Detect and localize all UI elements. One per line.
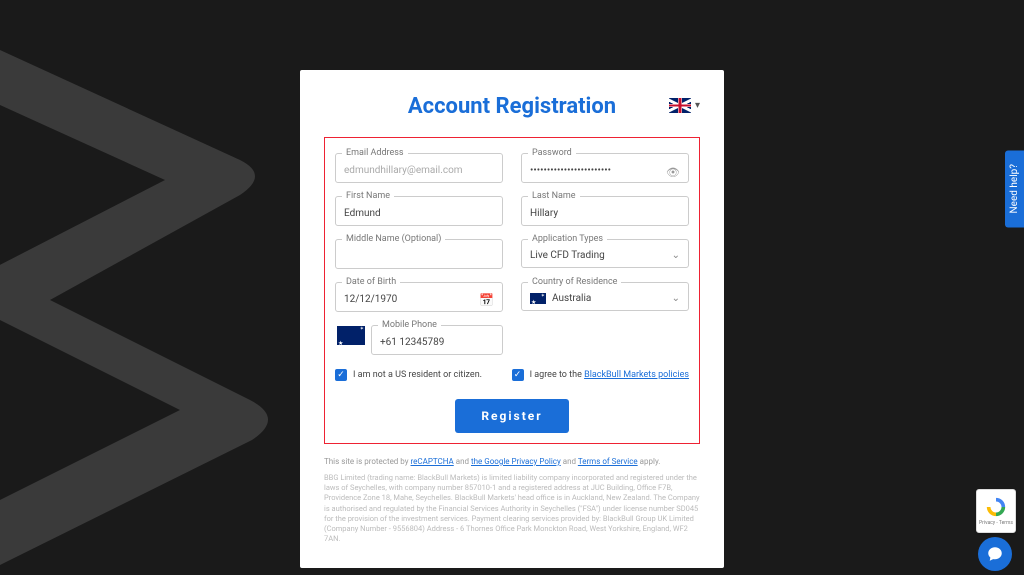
calendar-icon[interactable]: 📅 [479, 293, 494, 307]
agree-checkbox[interactable]: ✓ [512, 369, 524, 381]
email-label: Email Address [342, 148, 408, 158]
page-title: Account Registration [408, 94, 616, 119]
password-fieldset: Password 👁 [521, 148, 689, 183]
chat-button[interactable] [978, 537, 1012, 571]
recaptcha-icon [985, 496, 1007, 518]
middle-name-label: Middle Name (Optional) [342, 234, 445, 244]
policies-link[interactable]: BlackBull Markets policies [584, 370, 689, 380]
password-label: Password [528, 148, 576, 158]
dob-input[interactable] [336, 288, 502, 311]
help-tab[interactable]: Need help? [1005, 150, 1024, 227]
phone-fieldset: Mobile Phone [371, 320, 503, 355]
application-type-fieldset: Application Types Live CFD Trading ⌄ [521, 234, 689, 268]
last-name-input[interactable] [522, 202, 688, 225]
dob-fieldset: Date of Birth 📅 [335, 277, 503, 312]
country-fieldset: Country of Residence Australia ⌄ [521, 277, 689, 311]
email-fieldset: Email Address [335, 148, 503, 183]
chevron-down-icon: ⌄ [672, 293, 680, 304]
background-logo [0, 10, 320, 570]
legal-disclaimer: BBG Limited (trading name: BlackBull Mar… [324, 473, 700, 544]
phone-country-button[interactable] [335, 322, 367, 349]
not-us-label: I am not a US resident or citizen. [353, 370, 482, 380]
register-button[interactable]: Register [455, 399, 568, 433]
terms-link[interactable]: Terms of Service [578, 457, 638, 466]
privacy-policy-link[interactable]: the Google Privacy Policy [471, 457, 561, 466]
registration-form: Email Address Password 👁 First Name [324, 137, 700, 444]
phone-label: Mobile Phone [378, 320, 441, 330]
eye-icon[interactable]: 👁 [666, 166, 680, 179]
last-name-fieldset: Last Name [521, 191, 689, 226]
registration-modal: Account Registration ▾ Email Address Pas… [300, 70, 724, 568]
middle-name-fieldset: Middle Name (Optional) [335, 234, 503, 269]
chat-icon [986, 545, 1004, 563]
application-type-label: Application Types [528, 234, 607, 244]
recaptcha-badge[interactable]: Privacy - Terms [976, 489, 1016, 533]
password-input[interactable] [522, 159, 688, 182]
recaptcha-footer-text: Privacy - Terms [979, 520, 1013, 526]
australia-flag-icon [337, 326, 365, 345]
agree-checkbox-row: ✓ I agree to the BlackBull Markets polic… [512, 369, 689, 381]
email-input[interactable] [336, 159, 502, 182]
australia-flag-icon [530, 293, 546, 304]
chevron-down-icon: ▾ [695, 100, 700, 111]
phone-input[interactable] [372, 331, 502, 354]
last-name-label: Last Name [528, 191, 580, 201]
language-selector[interactable]: ▾ [669, 98, 700, 113]
first-name-input[interactable] [336, 202, 502, 225]
country-select[interactable]: Australia ⌄ [522, 287, 688, 310]
country-value: Australia [552, 293, 591, 304]
country-label: Country of Residence [528, 277, 621, 287]
application-type-value: Live CFD Trading [530, 250, 605, 261]
agree-prefix: I agree to the [530, 370, 585, 380]
first-name-fieldset: First Name [335, 191, 503, 226]
not-us-checkbox[interactable]: ✓ [335, 369, 347, 381]
not-us-checkbox-row: ✓ I am not a US resident or citizen. [335, 369, 482, 381]
application-type-select[interactable]: Live CFD Trading ⌄ [522, 244, 688, 267]
first-name-label: First Name [342, 191, 394, 201]
uk-flag-icon [669, 98, 691, 113]
middle-name-input[interactable] [336, 245, 502, 268]
recaptcha-notice: This site is protected by reCAPTCHA and … [324, 456, 700, 467]
dob-label: Date of Birth [342, 277, 400, 287]
modal-header: Account Registration ▾ [324, 94, 700, 119]
recaptcha-link[interactable]: reCAPTCHA [411, 457, 454, 466]
chevron-down-icon: ⌄ [672, 250, 680, 261]
